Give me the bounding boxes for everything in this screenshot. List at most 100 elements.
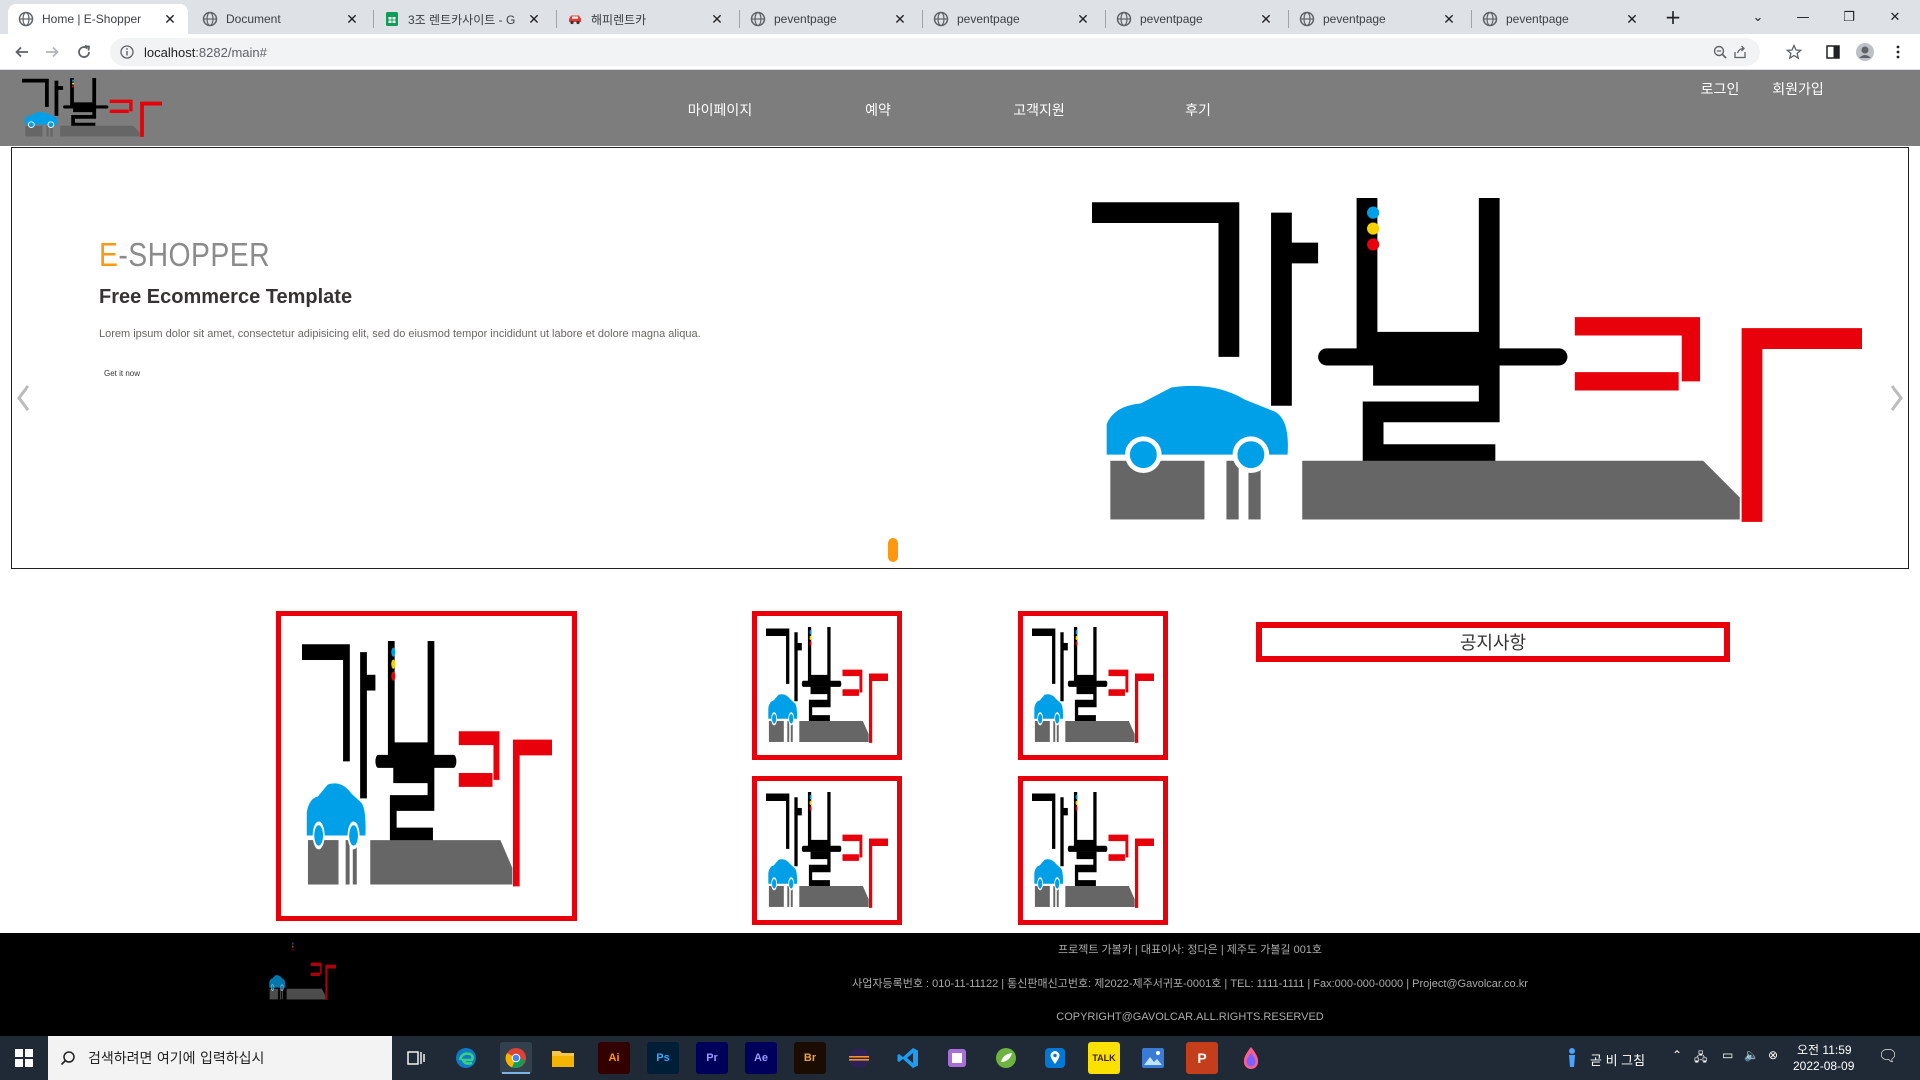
tab-document[interactable]: Document ✕ bbox=[192, 4, 370, 34]
chevron-up-icon[interactable]: ⌃ bbox=[1672, 1048, 1682, 1062]
close-icon[interactable]: ✕ bbox=[344, 11, 360, 28]
kakaotalk-icon[interactable]: TALK bbox=[1088, 1042, 1120, 1074]
task-view-icon[interactable] bbox=[400, 1042, 432, 1074]
new-tab-button[interactable]: + bbox=[1650, 4, 1696, 30]
after-effects-icon[interactable]: Ae bbox=[745, 1042, 777, 1074]
slider-indicator-active[interactable] bbox=[888, 538, 898, 562]
zoom-icon[interactable] bbox=[1710, 42, 1730, 62]
notification-off-icon[interactable]: ⊗ bbox=[1768, 1048, 1778, 1062]
edge-icon[interactable] bbox=[450, 1042, 482, 1074]
arrow-left-icon bbox=[15, 46, 28, 58]
powerpoint-icon[interactable]: P bbox=[1186, 1042, 1218, 1074]
globe-icon bbox=[18, 11, 34, 27]
photos-icon[interactable] bbox=[1137, 1042, 1169, 1074]
url-path: :8282/main# bbox=[195, 44, 267, 60]
logo-image bbox=[766, 792, 888, 910]
nav-mypage[interactable]: 마이페이지 bbox=[688, 100, 752, 120]
tab-home-eshopper[interactable]: Home | E-Shopper ✕ bbox=[8, 4, 188, 34]
promo-image-large[interactable] bbox=[276, 611, 577, 921]
share-icon[interactable] bbox=[1730, 42, 1750, 62]
file-explorer-icon[interactable] bbox=[547, 1042, 579, 1074]
slide-heading-rest: -SHOPPER bbox=[118, 236, 271, 273]
notice-box[interactable]: 공지사항 bbox=[1256, 622, 1730, 662]
close-icon[interactable]: ✕ bbox=[1441, 11, 1457, 28]
chrome-icon[interactable] bbox=[500, 1042, 532, 1074]
side-panel-icon[interactable] bbox=[1823, 42, 1843, 62]
weather-icon[interactable] bbox=[1562, 1042, 1582, 1074]
tab-peventpage-4[interactable]: peventpage ✕ bbox=[1289, 4, 1467, 34]
minimize-icon[interactable]: — bbox=[1780, 4, 1826, 30]
address-bar[interactable]: localhost:8282/main# bbox=[110, 38, 1760, 66]
restore-icon[interactable]: ❐ bbox=[1826, 4, 1872, 30]
tab-title: peventpage bbox=[1506, 12, 1569, 26]
promo-image-4[interactable] bbox=[1018, 776, 1168, 925]
logo-image bbox=[1032, 792, 1154, 910]
spring-icon[interactable] bbox=[990, 1042, 1022, 1074]
close-icon[interactable]: ✕ bbox=[892, 11, 908, 28]
slider-next-button[interactable] bbox=[1884, 378, 1908, 418]
tab-title: Home | E-Shopper bbox=[42, 12, 142, 26]
tab-peventpage-3[interactable]: peventpage ✕ bbox=[1106, 4, 1284, 34]
reload-button[interactable] bbox=[72, 40, 96, 64]
info-icon[interactable] bbox=[120, 45, 134, 59]
get-it-now-button[interactable]: Get it now bbox=[104, 369, 140, 378]
back-button[interactable] bbox=[10, 40, 34, 64]
kebab-menu-icon[interactable] bbox=[1888, 42, 1908, 62]
globe-icon bbox=[750, 11, 766, 27]
login-link[interactable]: 로그인 bbox=[1701, 79, 1740, 99]
tab-title: Document bbox=[226, 12, 281, 26]
slider-prev-button[interactable] bbox=[12, 378, 36, 418]
maps-icon[interactable] bbox=[1039, 1042, 1071, 1074]
close-icon[interactable]: ✕ bbox=[709, 11, 725, 28]
nav-reservation[interactable]: 예약 bbox=[865, 100, 891, 120]
weather-text[interactable]: 곧 비 그침 bbox=[1590, 1050, 1645, 1069]
tab-peventpage-2[interactable]: peventpage ✕ bbox=[923, 4, 1101, 34]
paint-icon[interactable] bbox=[1235, 1042, 1267, 1074]
clock-date[interactable]: 2022-08-09 bbox=[1793, 1059, 1854, 1073]
notepad-icon[interactable] bbox=[941, 1042, 973, 1074]
chevron-right-icon bbox=[1890, 385, 1903, 411]
logo-image bbox=[1032, 627, 1154, 745]
network-icon[interactable]: 🖧 bbox=[1694, 1048, 1707, 1069]
chevron-down-icon[interactable]: ⌄ bbox=[1735, 4, 1781, 30]
eclipse-icon[interactable] bbox=[843, 1042, 875, 1074]
nav-customer-support[interactable]: 고객지원 bbox=[1013, 100, 1065, 120]
tab-peventpage-1[interactable]: peventpage ✕ bbox=[740, 4, 918, 34]
forward-button[interactable] bbox=[40, 40, 64, 64]
start-button[interactable] bbox=[0, 1036, 48, 1080]
profile-avatar-icon[interactable] bbox=[1855, 42, 1875, 62]
tab-title: peventpage bbox=[957, 12, 1020, 26]
display-icon[interactable]: ▭ bbox=[1722, 1048, 1733, 1062]
tab-happy-rentcar[interactable]: 해피렌트카 ✕ bbox=[557, 4, 735, 34]
taskbar-search-box[interactable]: 검색하려면 여기에 입력하십시 bbox=[48, 1036, 392, 1080]
illustrator-icon[interactable]: Ai bbox=[598, 1042, 630, 1074]
promo-image-3[interactable] bbox=[752, 776, 902, 925]
footer-logo[interactable] bbox=[268, 941, 336, 1001]
site-logo[interactable] bbox=[22, 78, 162, 138]
search-placeholder: 검색하려면 여기에 입력하십시 bbox=[88, 1051, 265, 1067]
close-icon[interactable]: ✕ bbox=[526, 11, 542, 28]
photoshop-icon[interactable]: Ps bbox=[647, 1042, 679, 1074]
nav-reviews[interactable]: 후기 bbox=[1185, 100, 1211, 120]
vscode-icon[interactable] bbox=[892, 1042, 924, 1074]
promo-image-2[interactable] bbox=[1018, 611, 1168, 760]
volume-icon[interactable]: 🔈 bbox=[1744, 1048, 1759, 1062]
signup-link[interactable]: 회원가입 bbox=[1772, 79, 1824, 99]
bridge-icon[interactable]: Br bbox=[794, 1042, 826, 1074]
close-icon[interactable]: ✕ bbox=[1075, 11, 1091, 28]
bookmark-star-icon[interactable] bbox=[1784, 42, 1804, 62]
promo-image-1[interactable] bbox=[752, 611, 902, 760]
close-window-icon[interactable]: ✕ bbox=[1872, 4, 1918, 30]
tab-rentcar-sheet[interactable]: 3조 렌트카사이트 - G ✕ bbox=[374, 4, 552, 34]
tab-title: peventpage bbox=[1140, 12, 1203, 26]
close-icon[interactable]: ✕ bbox=[1258, 11, 1274, 28]
tab-title: peventpage bbox=[774, 12, 837, 26]
arrow-right-icon bbox=[46, 46, 59, 58]
clock-time[interactable]: 오전 11:59 bbox=[1797, 1041, 1852, 1058]
action-center-icon[interactable]: 🗨 bbox=[1878, 1046, 1898, 1066]
site-header: 마이페이지 예약 고객지원 후기 로그인 회원가입 bbox=[0, 70, 1920, 146]
premiere-icon[interactable]: Pr bbox=[696, 1042, 728, 1074]
tab-peventpage-5[interactable]: peventpage ✕ bbox=[1472, 4, 1650, 34]
close-icon[interactable]: ✕ bbox=[162, 11, 178, 28]
close-icon[interactable]: ✕ bbox=[1624, 11, 1640, 28]
